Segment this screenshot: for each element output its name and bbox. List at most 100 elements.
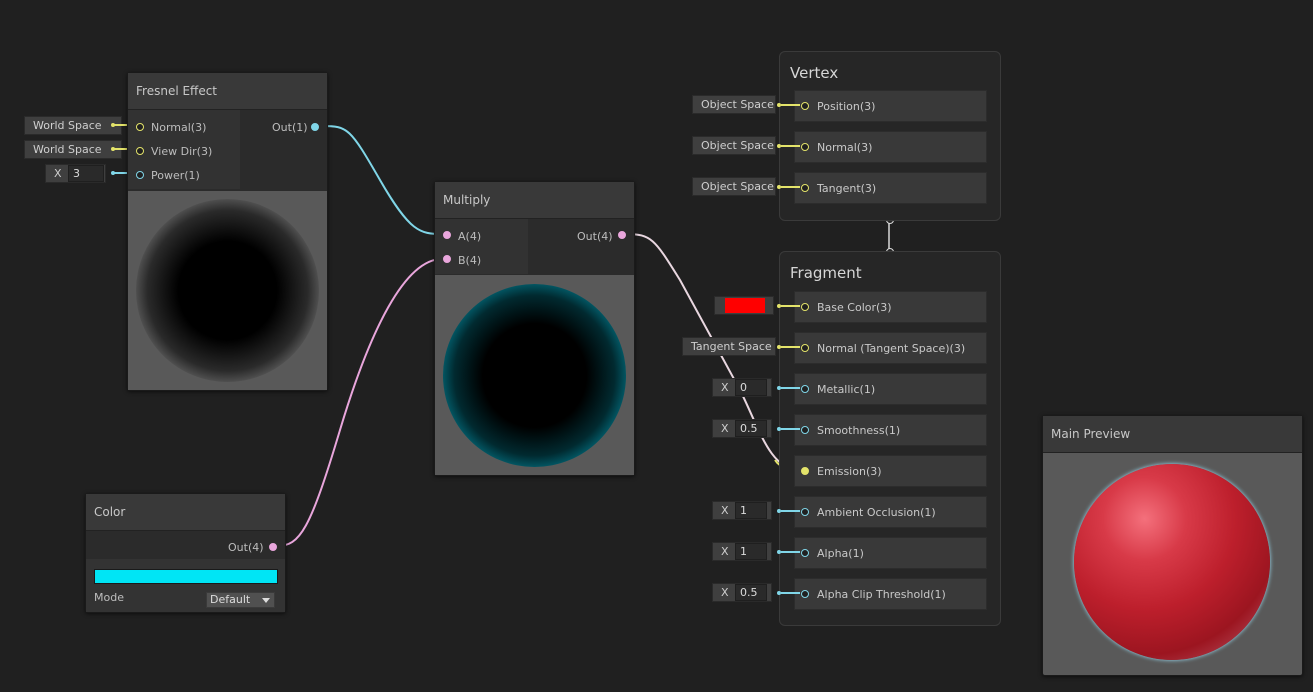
fragment-block-3[interactable]: Smoothness(1) [794, 414, 987, 446]
wire-fresnel-to-multiply-a [321, 125, 443, 235]
vertex-block-port-0[interactable] [801, 102, 809, 110]
fresnel-preview-sphere [136, 199, 319, 382]
fresnel-power-port[interactable] [136, 171, 144, 179]
fragment-block-6[interactable]: Alpha(1) [794, 537, 987, 569]
fragment-block-7[interactable]: Alpha Clip Threshold(1) [794, 578, 987, 610]
fresnel-node-title: Fresnel Effect [128, 73, 327, 110]
multiply-out-port[interactable] [618, 231, 626, 239]
multiply-a-port[interactable] [443, 231, 451, 239]
vertex-block-input-1[interactable]: Object Space [692, 136, 776, 155]
fragment-block-connector-0 [781, 305, 800, 307]
vertex-block-label-1: Normal(3) [817, 141, 873, 154]
color-out-port[interactable] [269, 543, 277, 551]
fragment-block-port-4[interactable] [801, 467, 809, 475]
vertex-block-connector-0 [781, 104, 800, 106]
fragment-block-value-6[interactable]: 1 [735, 543, 767, 560]
main-preview-title: Main Preview [1043, 416, 1302, 453]
vertex-block-label-0: Position(3) [817, 100, 876, 113]
fresnel-viewdir-port[interactable] [136, 147, 144, 155]
fresnel-out-label: Out(1) [272, 121, 308, 134]
fragment-block-connector-3 [781, 428, 800, 430]
fragment-block-label-3: Smoothness(1) [817, 424, 901, 437]
multiply-node-title: Multiply [435, 182, 634, 219]
fragment-title: Fragment [790, 264, 862, 282]
fresnel-effect-node[interactable]: Fresnel Effect Normal(3) View Dir(3) Pow… [127, 72, 328, 391]
color-swatch[interactable] [94, 569, 278, 584]
fragment-block-port-1[interactable] [801, 344, 809, 352]
multiply-a-label: A(4) [458, 230, 482, 243]
multiply-node[interactable]: Multiply A(4) B(4) Out(4) [434, 181, 635, 476]
multiply-preview-sphere [443, 284, 626, 467]
vertex-block-connector-1 [781, 145, 800, 147]
fragment-block-label-2: Metallic(1) [817, 383, 876, 396]
power-value-field[interactable]: 3 [68, 165, 104, 182]
main-preview-window[interactable]: Main Preview [1042, 415, 1303, 676]
fragment-block-port-7[interactable] [801, 590, 809, 598]
fragment-block-label-6: Alpha(1) [817, 547, 864, 560]
main-preview-sphere [1074, 464, 1270, 660]
vertex-block-input-2[interactable]: Object Space [692, 177, 776, 196]
fragment-block-input-1[interactable]: Tangent Space [682, 337, 776, 356]
multiply-input-panel [435, 219, 528, 274]
fragment-block-port-3[interactable] [801, 426, 809, 434]
fragment-block-connector-1 [781, 346, 800, 348]
multiply-out-label: Out(4) [577, 230, 613, 243]
fragment-block-port-2[interactable] [801, 385, 809, 393]
fragment-block-label-1: Normal (Tangent Space)(3) [817, 342, 966, 355]
multiply-b-port[interactable] [443, 255, 451, 263]
fragment-block-value-container-3: X 0.5 [712, 419, 772, 438]
fragment-block-value-5[interactable]: 1 [735, 502, 767, 519]
fragment-block-value-container-7: X 0.5 [712, 583, 772, 602]
fragment-block-value-3[interactable]: 0.5 [735, 420, 767, 437]
fragment-block-5[interactable]: Ambient Occlusion(1) [794, 496, 987, 528]
fragment-block-label-7: Alpha Clip Threshold(1) [817, 588, 946, 601]
color-node-title: Color [86, 494, 285, 531]
fresnel-viewdir-label: View Dir(3) [151, 145, 213, 158]
fragment-block-value-container-5: X1 [712, 501, 772, 520]
vertex-block-connector-2 [781, 186, 800, 188]
fresnel-normal-port[interactable] [136, 123, 144, 131]
fresnel-power-label: Power(1) [151, 169, 200, 182]
viewdir-space-dropdown[interactable]: World Space [24, 140, 122, 159]
fragment-block-connector-6 [781, 551, 800, 553]
fragment-block-value-container-2: X0 [712, 378, 772, 397]
fragment-block-color-field-0[interactable] [714, 296, 774, 315]
power-input-container: X 3 [45, 164, 106, 183]
vertex-block-input-0[interactable]: Object Space [692, 95, 776, 114]
fresnel-normal-label: Normal(3) [151, 121, 207, 134]
vertex-block-port-1[interactable] [801, 143, 809, 151]
fragment-block-connector-2 [781, 387, 800, 389]
multiply-preview [435, 275, 634, 475]
fragment-block-port-5[interactable] [801, 508, 809, 516]
fragment-block-2[interactable]: Metallic(1) [794, 373, 987, 405]
vertex-block-1[interactable]: Normal(3) [794, 131, 987, 163]
fragment-block-connector-5 [781, 510, 800, 512]
color-mode-label: Mode [94, 591, 124, 604]
vertex-block-label-2: Tangent(3) [817, 182, 877, 195]
fragment-block-label-5: Ambient Occlusion(1) [817, 506, 936, 519]
normal-space-dropdown[interactable]: World Space [24, 116, 122, 135]
fragment-block-value-7[interactable]: 0.5 [735, 584, 767, 601]
vertex-title: Vertex [790, 64, 839, 82]
chevron-down-icon [262, 598, 270, 603]
fragment-block-1[interactable]: Normal (Tangent Space)(3) [794, 332, 987, 364]
fresnel-preview [128, 191, 327, 390]
base-color-swatch[interactable] [725, 298, 765, 313]
fragment-block-connector-7 [781, 592, 800, 594]
fresnel-out-port[interactable] [311, 123, 319, 131]
fragment-block-4[interactable]: Emission(3) [794, 455, 987, 487]
fragment-block-label-4: Emission(3) [817, 465, 882, 478]
vertex-block-2[interactable]: Tangent(3) [794, 172, 987, 204]
fragment-block-port-0[interactable] [801, 303, 809, 311]
vertex-block-port-2[interactable] [801, 184, 809, 192]
fragment-block-label-0: Base Color(3) [817, 301, 892, 314]
fragment-block-value-container-6: X1 [712, 542, 772, 561]
color-out-label: Out(4) [228, 541, 264, 554]
color-mode-dropdown[interactable]: Default [206, 592, 275, 608]
color-node[interactable]: Color Out(4) Mode Default [85, 493, 286, 613]
fragment-block-0[interactable]: Base Color(3) [794, 291, 987, 323]
fragment-block-port-6[interactable] [801, 549, 809, 557]
vertex-block-0[interactable]: Position(3) [794, 90, 987, 122]
fragment-block-value-2[interactable]: 0 [735, 379, 767, 396]
multiply-b-label: B(4) [458, 254, 482, 267]
